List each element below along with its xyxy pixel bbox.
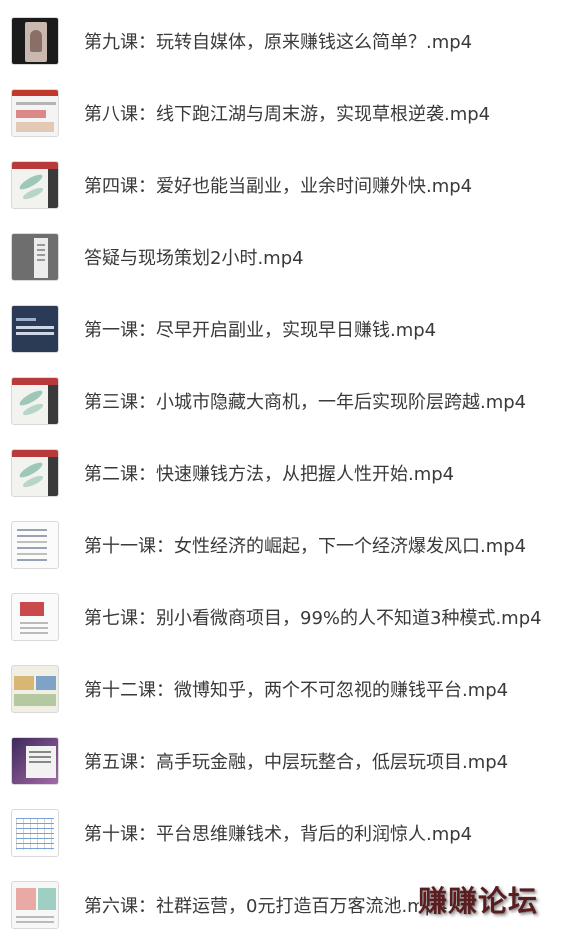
file-row[interactable]: 第一课：尽早开启副业，实现早日赚钱.mp4	[0, 293, 572, 365]
file-name: 第八课：线下跑江湖与周末游，实现草根逆袭.mp4	[84, 104, 491, 125]
file-name: 第十二课：微博知乎，两个不可忽视的赚钱平台.mp4	[84, 680, 509, 701]
spreadsheet-thumbnail	[11, 809, 59, 857]
file-row[interactable]: 第三课：小城市隐藏大商机，一年后实现阶层跨越.mp4	[0, 365, 572, 437]
file-row[interactable]: 第十一课：女性经济的崛起，下一个经济爆发风口.mp4	[0, 509, 572, 581]
file-row[interactable]: 第七课：别小看微商项目，99%的人不知道3种模式.mp4	[0, 581, 572, 653]
file-name: 第四课：爱好也能当副业，业余时间赚外快.mp4	[84, 176, 473, 197]
phone-video-thumbnail	[11, 17, 59, 65]
file-row[interactable]: 第二课：快速赚钱方法，从把握人性开始.mp4	[0, 437, 572, 509]
file-row[interactable]: 第五课：高手玩金融，中层玩整合，低层玩项目.mp4	[0, 725, 572, 797]
file-name: 第九课：玩转自媒体，原来赚钱这么简单？.mp4	[84, 32, 473, 53]
slide-leaf-thumbnail	[11, 377, 59, 425]
red-doc-thumbnail	[11, 593, 59, 641]
social-page-thumbnail	[11, 881, 59, 929]
file-name: 第三课：小城市隐藏大商机，一年后实现阶层跨越.mp4	[84, 392, 527, 413]
file-name: 第六课：社群运营，0元打造百万客流池.mp4	[84, 896, 448, 917]
file-name: 第七课：别小看微商项目，99%的人不知道3种模式.mp4	[84, 608, 542, 629]
forum-watermark: 赚赚论坛	[418, 884, 539, 918]
file-row[interactable]: 第十课：平台思维赚钱术，背后的利润惊人.mp4	[0, 797, 572, 869]
file-row[interactable]: 第八课：线下跑江湖与周末游，实现草根逆袭.mp4	[0, 77, 572, 149]
slide-leaf-thumbnail	[11, 161, 59, 209]
purple-desktop-thumbnail	[11, 737, 59, 785]
file-name: 答疑与现场策划2小时.mp4	[84, 248, 304, 269]
file-name: 第十一课：女性经济的崛起，下一个经济爆发风口.mp4	[84, 536, 527, 557]
document-thumbnail	[11, 521, 59, 569]
file-row[interactable]: 第九课：玩转自媒体，原来赚钱这么简单？.mp4	[0, 5, 572, 77]
file-name: 第十课：平台思维赚钱术，背后的利润惊人.mp4	[84, 824, 473, 845]
file-name: 第二课：快速赚钱方法，从把握人性开始.mp4	[84, 464, 455, 485]
file-row[interactable]: 第十二课：微博知乎，两个不可忽视的赚钱平台.mp4	[0, 653, 572, 725]
mixed-webpage-thumbnail	[11, 665, 59, 713]
file-name: 第五课：高手玩金融，中层玩整合，低层玩项目.mp4	[84, 752, 509, 773]
slide-leaf-thumbnail	[11, 449, 59, 497]
gray-window-thumbnail	[11, 233, 59, 281]
file-row[interactable]: 答疑与现场策划2小时.mp4	[0, 221, 572, 293]
navy-slide-thumbnail	[11, 305, 59, 353]
file-name: 第一课：尽早开启副业，实现早日赚钱.mp4	[84, 320, 437, 341]
file-row[interactable]: 第四课：爱好也能当副业，业余时间赚外快.mp4	[0, 149, 572, 221]
webpage-thumbnail	[11, 89, 59, 137]
